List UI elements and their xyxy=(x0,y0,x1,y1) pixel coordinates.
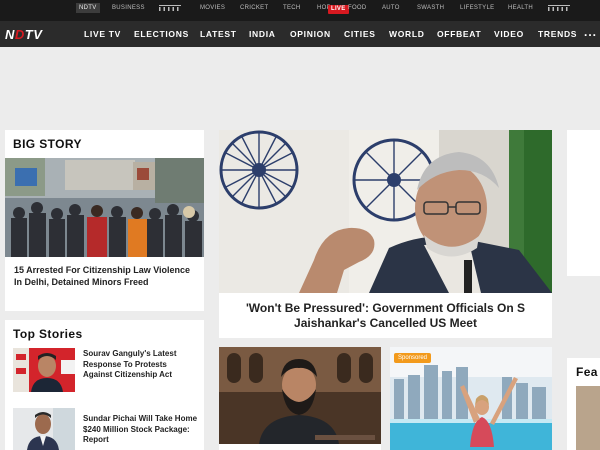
story-thumbnail[interactable] xyxy=(13,348,75,392)
topbar-link-cricket[interactable]: CRICKET xyxy=(240,5,268,11)
nav-elections[interactable]: ELECTIONS xyxy=(134,29,189,39)
topbar-link-food[interactable]: FOOD xyxy=(348,5,367,11)
topbar-link-lifestyle[interactable]: LIFESTYLE xyxy=(460,5,494,11)
top-utility-bar: NDTV BUSINESS MOVIES CRICKET TECH HOP LI… xyxy=(0,0,600,21)
nav-offbeat[interactable]: OFFBEAT xyxy=(437,29,481,39)
video-story-image[interactable] xyxy=(219,347,381,444)
nav-opinion[interactable]: OPINION xyxy=(290,29,331,39)
big-story-headline[interactable]: 15 Arrested For Citizenship Law Violence… xyxy=(14,264,196,288)
nav-cities[interactable]: CITIES xyxy=(344,29,376,39)
main-navigation: NDTV LIVE TV ELECTIONS LATEST INDIA OPIN… xyxy=(0,21,600,47)
topbar-link-ndtv[interactable]: NDTV xyxy=(76,3,100,13)
crowd-photo xyxy=(5,158,204,257)
hero-image[interactable] xyxy=(219,130,552,293)
nav-world[interactable]: WORLD xyxy=(389,29,425,39)
ganguly-photo xyxy=(13,348,75,392)
big-story-title: BIG STORY xyxy=(13,137,82,151)
nav-video[interactable]: VIDEO xyxy=(494,29,524,39)
topbar-link-tech[interactable]: TECH xyxy=(283,5,301,11)
jaishankar-photo xyxy=(219,130,552,293)
hindi-script-glyph xyxy=(159,5,181,11)
live-badge[interactable]: LIVE xyxy=(328,5,349,14)
pichai-photo xyxy=(13,408,75,450)
story-thumbnail[interactable] xyxy=(13,408,75,450)
topbar-link-auto[interactable]: AUTO xyxy=(382,5,400,11)
nav-latest[interactable]: LATEST xyxy=(200,29,237,39)
nav-india[interactable]: INDIA xyxy=(249,29,276,39)
right-ad-card xyxy=(567,130,600,276)
nav-trends[interactable]: TRENDS xyxy=(538,29,577,39)
bearded-man-photo xyxy=(219,347,381,444)
big-story-card: BIG STORY 15 Arrested For Citizenship La… xyxy=(5,130,204,311)
topbar-link-health[interactable]: HEALTH xyxy=(508,5,533,11)
featured-image[interactable] xyxy=(576,386,600,450)
top-stories-title: Top Stories xyxy=(13,327,83,341)
featured-card: Fea xyxy=(567,358,600,450)
video-story-card xyxy=(219,347,381,450)
story-headline[interactable]: Sundar Pichai Will Take Home $240 Millio… xyxy=(83,414,201,446)
sponsored-badge: Sponsored xyxy=(394,353,432,363)
topbar-link-hindi-2[interactable] xyxy=(548,5,570,13)
topbar-link-hindi[interactable] xyxy=(159,5,181,13)
ndtv-logo[interactable]: NDTV xyxy=(5,27,42,42)
hero-headline[interactable]: 'Won't Be Pressured': Government Officia… xyxy=(219,301,552,331)
topbar-link-business[interactable]: BUSINESS xyxy=(112,5,145,11)
nav-live-tv[interactable]: LIVE TV xyxy=(84,29,121,39)
topbar-link-swasth[interactable]: SWASTH xyxy=(417,5,444,11)
story-headline[interactable]: Sourav Ganguly's Latest Response To Prot… xyxy=(83,349,198,381)
nav-more-icon[interactable]: ... xyxy=(584,25,597,39)
sponsored-card: Sponsored xyxy=(390,347,552,450)
hero-card: 'Won't Be Pressured': Government Officia… xyxy=(219,130,552,338)
featured-title: Fea xyxy=(576,365,598,379)
top-stories-card: Top Stories Sourav Ganguly's Latest Resp… xyxy=(5,320,204,450)
topbar-link-movies[interactable]: MOVIES xyxy=(200,5,225,11)
hindi-script-glyph xyxy=(548,5,570,11)
big-story-image[interactable] xyxy=(5,158,204,257)
